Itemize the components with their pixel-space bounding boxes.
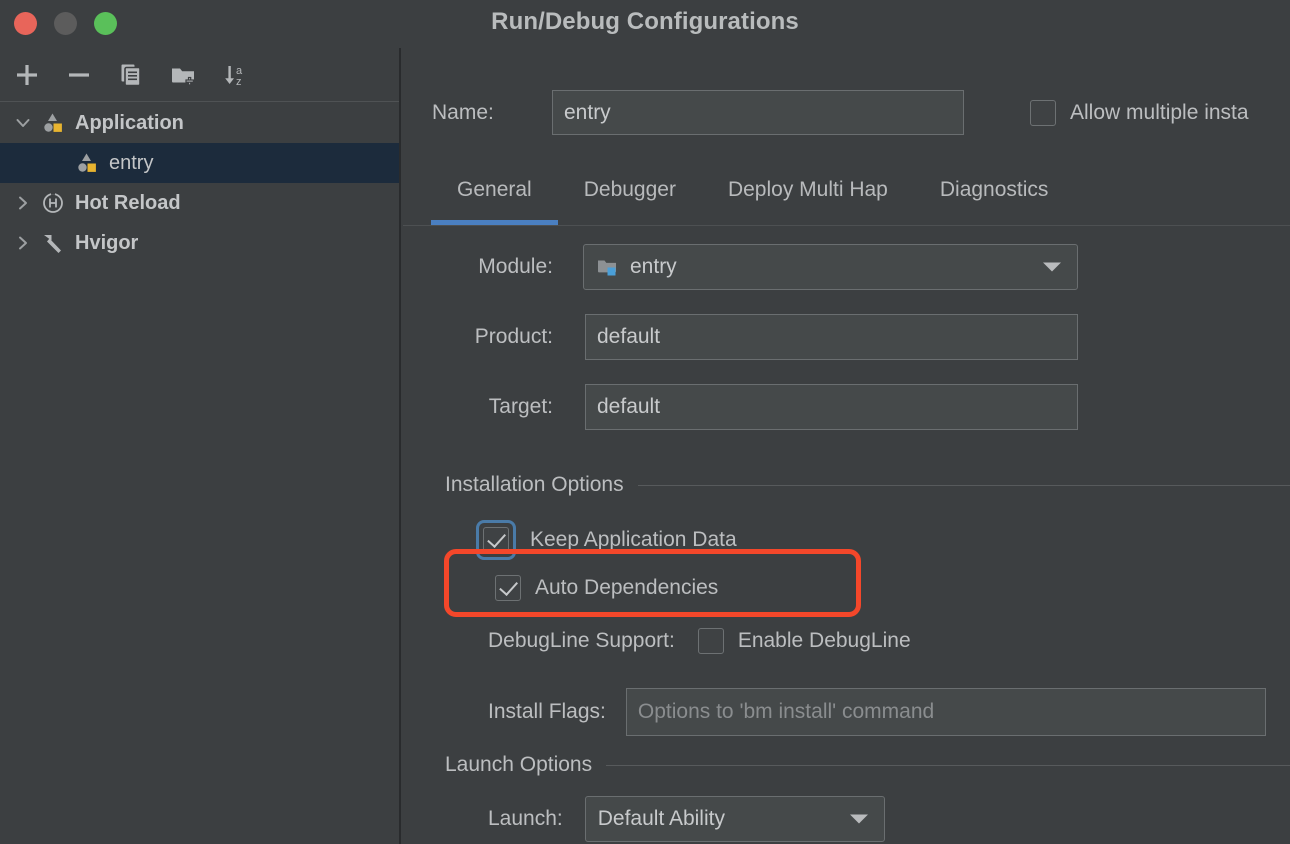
keep-application-data-focus-ring <box>476 520 516 560</box>
window-titlebar: Run/Debug Configurations <box>0 0 1290 48</box>
sort-configurations-button[interactable]: a z <box>218 58 252 92</box>
tab-label: Debugger <box>583 178 676 201</box>
chevron-down-icon[interactable] <box>849 814 868 824</box>
install-flags-placeholder: Options to 'bm install' command <box>637 700 935 723</box>
allow-multiple-instances-row[interactable]: Allow multiple insta <box>1030 100 1249 126</box>
launch-value: Default Ability <box>597 807 725 830</box>
install-flags-row: Install Flags: Options to 'bm install' c… <box>488 688 1266 736</box>
tab-deploy-multi-hap[interactable]: Deploy Multi Hap <box>702 170 914 225</box>
hvigor-hammer-icon <box>38 228 68 258</box>
tab-label: Deploy Multi Hap <box>727 178 888 201</box>
launch-options-section-header: Launch Options <box>445 753 1290 777</box>
tree-item-hot-reload[interactable]: Hot Reload <box>0 183 399 223</box>
keep-application-data-label: Keep Application Data <box>530 528 737 551</box>
launch-row: Launch: Default Ability <box>488 796 885 842</box>
name-input[interactable]: entry <box>552 90 964 135</box>
window-title: Run/Debug Configurations <box>491 8 799 35</box>
module-label: Module: <box>478 255 553 278</box>
tab-diagnostics[interactable]: Diagnostics <box>914 170 1075 225</box>
run-debug-configurations-dialog: Run/Debug Configurations a z Application… <box>0 0 1290 844</box>
tree-item-entry[interactable]: entry <box>0 143 399 183</box>
launch-label: Launch: <box>488 807 563 830</box>
tree-item-application[interactable]: Application <box>0 103 399 143</box>
add-configuration-button[interactable] <box>10 58 44 92</box>
launch-options-title: Launch Options <box>445 753 593 776</box>
debugline-support-row: DebugLine Support: Enable DebugLine <box>488 628 911 654</box>
application-icon <box>72 148 102 178</box>
copy-configuration-button[interactable] <box>114 58 148 92</box>
name-row: Name: entry <box>432 90 964 135</box>
hot-reload-icon <box>38 188 68 218</box>
target-input[interactable]: default <box>585 384 1078 430</box>
allow-multiple-instances-checkbox[interactable] <box>1030 100 1056 126</box>
configuration-tabs[interactable]: General Debugger Deploy Multi Hap Diagno… <box>403 170 1290 226</box>
allow-multiple-instances-label: Allow multiple insta <box>1070 101 1249 124</box>
configurations-panel: a z Application entry Hot Reload Hvigor <box>0 48 401 844</box>
enable-debugline-label: Enable DebugLine <box>737 629 911 652</box>
auto-dependencies-row[interactable]: Auto Dependencies <box>495 575 718 601</box>
product-value: default <box>597 325 661 348</box>
auto-dependencies-label: Auto Dependencies <box>535 576 719 599</box>
tree-item-label: Hvigor <box>75 231 139 254</box>
target-label: Target: <box>488 395 553 418</box>
keep-application-data-checkbox[interactable] <box>483 527 509 553</box>
new-folder-button[interactable] <box>166 58 200 92</box>
configurations-tree[interactable]: Application entry Hot Reload Hvigor <box>0 103 399 844</box>
svg-text:z: z <box>236 76 242 88</box>
tree-item-label: Application <box>75 111 184 134</box>
chevron-right-icon[interactable] <box>8 188 38 218</box>
remove-configuration-button[interactable] <box>62 58 96 92</box>
product-row: Product: default <box>449 314 1078 360</box>
target-value: default <box>597 395 661 418</box>
module-dropdown[interactable]: entry <box>583 244 1078 290</box>
configuration-form: Name: entry Allow multiple insta General… <box>403 48 1290 844</box>
application-icon <box>38 108 68 138</box>
configurations-toolbar: a z <box>0 48 399 102</box>
module-value: entry <box>630 255 677 278</box>
launch-dropdown[interactable]: Default Ability <box>584 796 885 842</box>
debugline-support-label: DebugLine Support: <box>488 629 675 652</box>
chevron-right-icon[interactable] <box>8 228 38 258</box>
tab-general[interactable]: General <box>431 170 558 225</box>
installation-options-section-header: Installation Options <box>445 473 1290 497</box>
name-label: Name: <box>432 100 494 124</box>
tab-debugger[interactable]: Debugger <box>558 170 702 225</box>
enable-debugline-checkbox[interactable] <box>697 628 724 654</box>
install-flags-input[interactable]: Options to 'bm install' command <box>625 688 1266 736</box>
tab-label: General <box>457 178 532 201</box>
section-divider <box>637 484 1290 486</box>
module-folder-icon <box>596 255 620 279</box>
module-row: Module: entry <box>449 244 1078 290</box>
target-row: Target: default <box>449 384 1078 430</box>
tab-label: Diagnostics <box>939 178 1049 201</box>
tree-item-label: entry <box>109 151 154 174</box>
chevron-down-icon[interactable] <box>8 108 38 138</box>
keep-application-data-row[interactable]: Keep Application Data <box>476 520 737 560</box>
product-label: Product: <box>474 325 553 348</box>
auto-dependencies-checkbox[interactable] <box>495 575 521 601</box>
section-divider <box>606 764 1290 766</box>
installation-options-title: Installation Options <box>445 473 624 496</box>
install-flags-label: Install Flags: <box>488 700 606 723</box>
name-input-value: entry <box>564 100 611 124</box>
chevron-down-icon[interactable] <box>1043 262 1061 272</box>
tree-item-label: Hot Reload <box>75 191 181 214</box>
product-input[interactable]: default <box>585 314 1078 360</box>
tree-item-hvigor[interactable]: Hvigor <box>0 223 399 263</box>
